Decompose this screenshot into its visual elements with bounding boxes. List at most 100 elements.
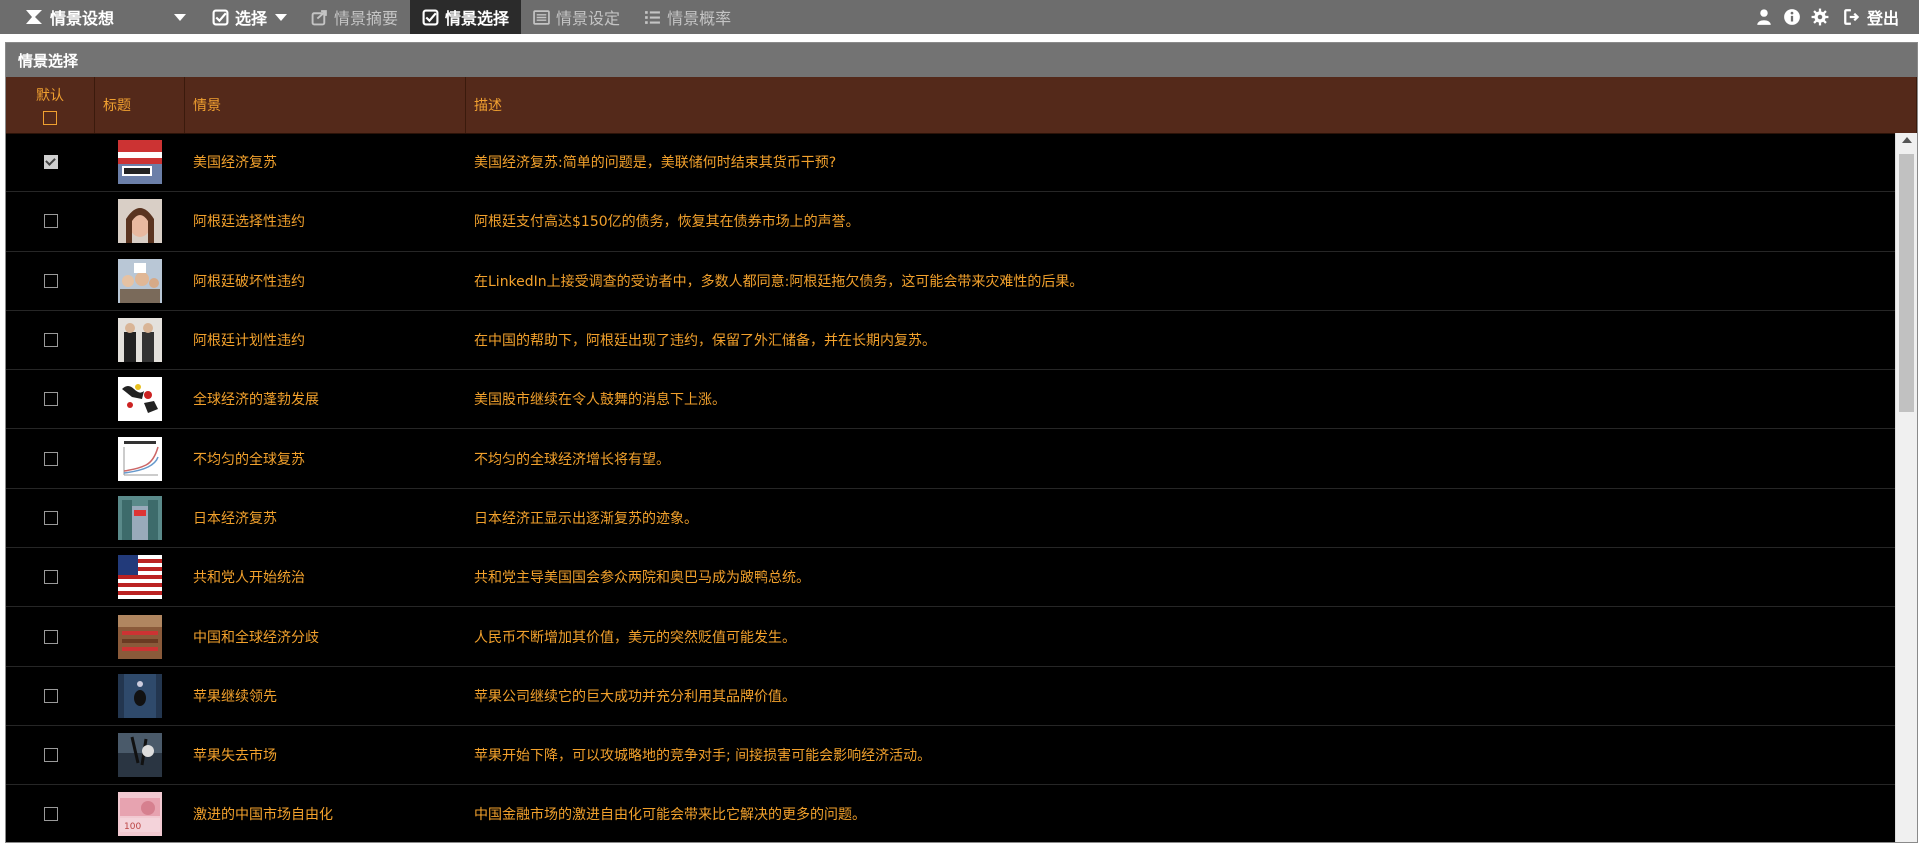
scenario-name[interactable]: 全球经济的蓬勃发展 xyxy=(185,389,466,409)
scenario-thumbnail xyxy=(118,495,162,540)
scenario-name[interactable]: 共和党人开始统治 xyxy=(185,567,466,587)
default-checkbox[interactable] xyxy=(43,392,58,407)
scenario-name[interactable]: 阿根廷破坏性违约 xyxy=(185,271,466,291)
select-all-checkbox[interactable] xyxy=(43,111,57,125)
list-alt-icon xyxy=(533,9,550,25)
scenario-description: 人民币不断增加其价值，美元的突然贬值可能发生。 xyxy=(474,629,796,646)
chevron-down-icon xyxy=(275,13,288,21)
default-checkbox[interactable] xyxy=(43,748,58,763)
scenario-description: 苹果公司继续它的巨大成功并充分利用其品牌价值。 xyxy=(474,688,796,705)
scenario-thumbnail: 100 xyxy=(118,792,162,837)
default-cell xyxy=(6,333,95,348)
default-cell xyxy=(6,629,95,644)
user-icon[interactable] xyxy=(1755,8,1773,26)
thumbnail-cell xyxy=(95,258,185,303)
logout-label: 登出 xyxy=(1866,9,1899,28)
default-cell xyxy=(6,748,95,763)
table-row[interactable]: 中国和全球经济分歧 人民币不断增加其价值，美元的突然贬值可能发生。 xyxy=(6,607,1917,667)
table-row[interactable]: 苹果失去市场 苹果开始下降，可以攻城略地的竞争对手; 间接损害可能会影响经济活动。 xyxy=(6,726,1917,786)
default-checkbox[interactable] xyxy=(43,273,58,288)
logout-button[interactable]: 登出 xyxy=(1843,5,1899,29)
scenario-name[interactable]: 美国经济复苏 xyxy=(185,152,466,172)
table-row[interactable]: 100 激进的中国市场自由化 中国金融市场的激进自由化可能会带来比它解决的更多的问题… xyxy=(6,785,1917,842)
scenario-thumbnail xyxy=(118,436,162,481)
menu-scenario-summary[interactable]: 情景摘要 xyxy=(299,0,410,34)
scenario-description: 阿根廷支付高达$150亿的债务，恢复其在债券市场上的声誉。 xyxy=(474,214,860,231)
table-row[interactable]: 阿根廷破坏性违约 在LinkedIn上接受调查的受访者中，多数人都同意:阿根廷拖欠… xyxy=(6,252,1917,311)
check-square-icon xyxy=(212,9,229,25)
header-title-label: 标题 xyxy=(103,98,131,114)
table-row[interactable]: 苹果继续领先 苹果公司继续它的巨大成功并充分利用其品牌价值。 xyxy=(6,667,1917,726)
default-cell xyxy=(6,392,95,407)
sign-out-icon xyxy=(1844,9,1860,25)
header-title[interactable]: 标题 xyxy=(95,77,185,133)
table-row[interactable]: 阿根廷选择性违约 阿根廷支付高达$150亿的债务，恢复其在债券市场上的声誉。 xyxy=(6,192,1917,252)
thumbnail-cell xyxy=(95,436,185,481)
scenario-description: 不均匀的全球经济增长将有望。 xyxy=(474,451,670,468)
info-icon[interactable] xyxy=(1783,8,1801,26)
scenario-name[interactable]: 苹果继续领先 xyxy=(185,686,466,706)
menu-select[interactable]: 选择 xyxy=(200,0,299,34)
scenario-name[interactable]: 阿根廷选择性违约 xyxy=(185,211,466,231)
default-cell xyxy=(6,155,95,170)
menu-scenario-settings[interactable]: 情景设定 xyxy=(521,0,632,34)
default-cell xyxy=(6,510,95,525)
default-cell xyxy=(6,273,95,288)
scenario-description: 中国金融市场的激进自由化可能会带来比它解决的更多的问题。 xyxy=(474,807,866,824)
scenario-name[interactable]: 激进的中国市场自由化 xyxy=(185,804,466,824)
default-checkbox[interactable] xyxy=(43,629,58,644)
default-checkbox[interactable] xyxy=(43,807,58,822)
default-cell xyxy=(6,688,95,703)
scenario-name[interactable]: 阿根廷计划性违约 xyxy=(185,330,466,350)
check-square-icon xyxy=(422,9,439,25)
default-checkbox[interactable] xyxy=(43,688,58,703)
scenario-thumbnail xyxy=(118,318,162,363)
scenario-thumbnail xyxy=(118,555,162,600)
menu-scenario-select[interactable]: 情景选择 xyxy=(410,0,522,34)
scenario-description: 日本经济正显示出逐渐复苏的迹象。 xyxy=(474,510,698,527)
thumbnail-cell: 100 xyxy=(95,792,185,837)
default-checkbox[interactable] xyxy=(43,451,58,466)
scenario-description: 美国经济复苏:简单的问题是，美联储何时结束其货币干预? xyxy=(474,155,837,172)
scenario-name[interactable]: 不均匀的全球复苏 xyxy=(185,449,466,469)
default-checkbox[interactable] xyxy=(43,214,58,229)
scenario-logo-icon xyxy=(26,10,42,24)
scenario-thumbnail xyxy=(118,673,162,718)
table-row[interactable]: 共和党人开始统治 共和党主导美国国会参众两院和奥巴马成为跛鸭总统。 xyxy=(6,548,1917,608)
scroll-up-arrow-icon[interactable] xyxy=(1902,137,1912,143)
scenario-thumbnail xyxy=(118,140,162,185)
scenario-description: 美国股市继续在令人鼓舞的消息下上涨。 xyxy=(474,392,726,409)
brand-menu[interactable]: 情景设想 xyxy=(0,0,200,34)
header-description-label: 描述 xyxy=(474,98,502,114)
default-checkbox[interactable] xyxy=(43,155,58,170)
default-checkbox[interactable] xyxy=(43,570,58,585)
table-row[interactable]: 美国经济复苏 美国经济复苏:简单的问题是，美联储何时结束其货币干预? xyxy=(6,133,1917,193)
share-icon xyxy=(311,9,327,25)
menu-scenario-probability[interactable]: 情景概率 xyxy=(632,0,743,34)
header-scenario[interactable]: 情景 xyxy=(185,77,466,133)
scenario-select-panel: 情景选择 默认 标题 情景 描述 美国经济复苏 美国经济复苏:简单的问题是，美联储… xyxy=(5,42,1918,843)
default-checkbox[interactable] xyxy=(43,510,58,525)
header-scenario-label: 情景 xyxy=(193,98,221,114)
default-cell xyxy=(6,807,95,822)
scenario-thumbnail xyxy=(118,733,162,778)
default-cell xyxy=(6,214,95,229)
table-row[interactable]: 日本经济复苏 日本经济正显示出逐渐复苏的迹象。 xyxy=(6,489,1917,549)
thumbnail-cell xyxy=(95,733,185,778)
scenario-name[interactable]: 中国和全球经济分歧 xyxy=(185,627,466,647)
scenario-name[interactable]: 苹果失去市场 xyxy=(185,745,466,765)
scroll-thumb[interactable] xyxy=(1899,154,1914,412)
list-icon xyxy=(645,10,660,24)
table-row[interactable]: 不均匀的全球复苏 不均匀的全球经济增长将有望。 xyxy=(6,429,1917,489)
header-description[interactable]: 描述 xyxy=(466,77,1917,133)
scenario-thumbnail xyxy=(118,258,162,303)
gear-icon[interactable] xyxy=(1811,8,1829,26)
table-row[interactable]: 全球经济的蓬勃发展 美国股市继续在令人鼓舞的消息下上涨。 xyxy=(6,370,1917,430)
scenario-name[interactable]: 日本经济复苏 xyxy=(185,508,466,528)
default-checkbox[interactable] xyxy=(43,333,58,348)
header-default-label: 默认 xyxy=(36,88,64,104)
default-cell xyxy=(6,570,95,585)
top-navbar: 情景设想 选择 情景摘要 情景选择 情景设定 情景概率 登出 xyxy=(0,0,1919,34)
vertical-scrollbar[interactable] xyxy=(1895,133,1917,842)
table-row[interactable]: 阿根廷计划性违约 在中国的帮助下，阿根廷出现了违约，保留了外汇储备，并在长期内复苏… xyxy=(6,311,1917,371)
